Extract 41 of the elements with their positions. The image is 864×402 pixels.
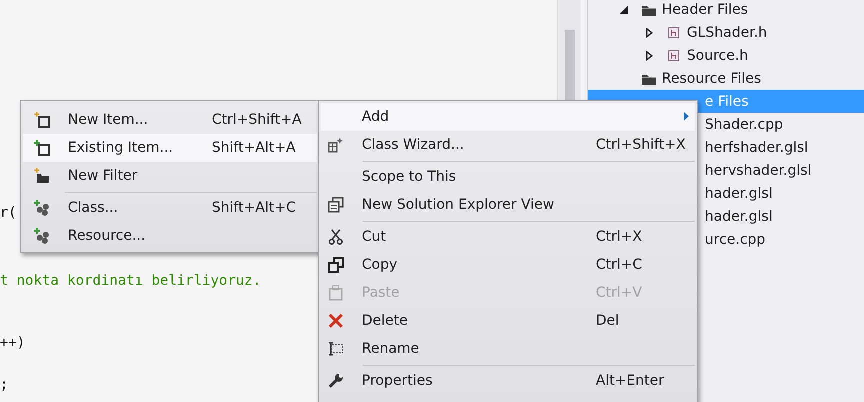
add-existing-icon [34,140,50,156]
scrollbar-thumb[interactable] [565,30,575,100]
menu-item[interactable]: Resource... [23,222,317,250]
tree-item[interactable]: Header Files [588,0,864,21]
code-line: ; [0,376,8,395]
class-icon [34,200,50,216]
file-icon [668,26,680,38]
class-wizard-icon [328,137,344,153]
delete-icon [328,313,344,329]
menu-item[interactable]: Scope to This [321,163,695,191]
scissors-icon [328,229,344,245]
menu-item[interactable]: Delete Del [321,307,695,335]
code-line: r( [0,204,17,223]
paste-icon [328,285,344,301]
menu-item[interactable]: Properties Alt+Enter [321,367,695,395]
menu-item[interactable]: Cut Ctrl+X [321,223,695,251]
class-icon [34,228,50,244]
file-icon [668,50,680,62]
menu-item[interactable]: New Filter [23,162,317,190]
collapsed-arrow-icon[interactable] [646,50,652,60]
collapsed-arrow-icon[interactable] [646,28,652,38]
new-item-icon [34,112,50,128]
tree-item[interactable]: Source.h [588,44,864,67]
code-comment: t nokta kordinatı belirliyoruz. [0,272,262,291]
menu-item[interactable]: Class Wizard... Ctrl+Shift+X [321,131,695,159]
folder-icon [34,168,50,184]
tree-item[interactable]: GLShader.h [588,21,864,44]
windows-icon [328,197,344,213]
menu-item[interactable]: Copy Ctrl+C [321,251,695,279]
menu-item[interactable]: Existing Item... Shift+Alt+A [23,134,317,162]
menu-item[interactable]: Rename [321,335,695,363]
code-line: ++) [0,334,26,353]
rename-icon [328,341,344,357]
menu-item[interactable]: Class... Shift+Alt+C [23,194,317,222]
wrench-icon [328,373,344,389]
expanded-arrow-icon[interactable] [620,6,628,14]
menu-item[interactable]: New Solution Explorer View [321,191,695,219]
tree-item[interactable]: Resource Files [588,67,864,90]
menu-item[interactable]: New Item... Ctrl+Shift+A [23,106,317,134]
copy-icon [328,257,344,273]
menu-item[interactable]: Add [321,103,695,131]
